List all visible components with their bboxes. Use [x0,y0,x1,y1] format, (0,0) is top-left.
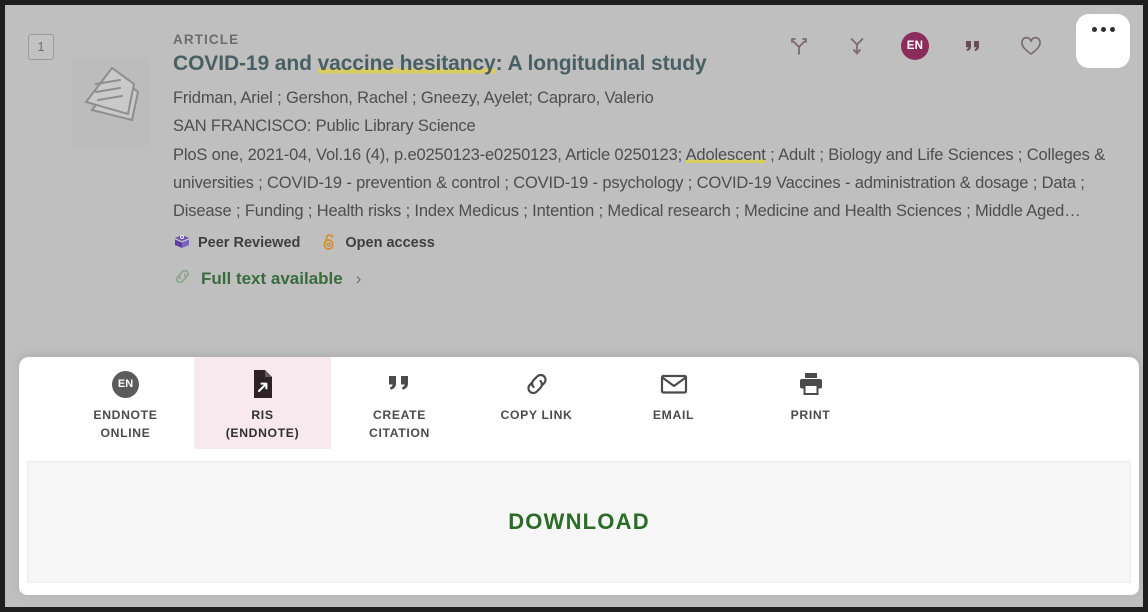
title-part-2: : A longitudinal study [495,52,707,75]
open-access-label: Open access [345,235,435,252]
share-arrow-icon[interactable] [782,29,816,63]
endnote-chip-label: EN [901,32,929,60]
tab-label-ris-endnote: RIS (ENDNOTE) [225,408,300,440]
record-badges: Peer Reviewed Open access [173,232,1128,255]
citation-prefix: PloS one, 2021-04, Vol.16 (4), p.e025012… [173,145,686,164]
peer-reviewed-label: Peer Reviewed [198,235,301,252]
endnote-circle-label: EN [112,370,139,398]
endnote-chip-icon[interactable]: EN [898,29,932,63]
record-details: ARTICLE COVID-19 and vaccine hesitancy: … [173,32,1128,291]
title-highlight: vaccine hesitancy [317,52,496,75]
more-dots [1091,27,1115,32]
ris-file-export-icon [251,369,275,399]
tab-print[interactable]: PRINT [742,357,879,449]
peer-reviewed-icon [173,232,191,254]
quote-icon[interactable] [956,29,990,63]
app-frame: 1 ARTICLE COVID-19 and vaccine hesitancy… [0,0,1148,612]
record-actions-toolbar: EN [782,14,1130,68]
peer-reviewed-badge: Peer Reviewed [173,232,300,254]
open-lock-icon [322,232,338,255]
endnote-online-icon: EN [112,369,139,399]
printer-icon [797,369,825,399]
quote-icon [386,369,414,399]
tab-copy-link[interactable]: COPY LINK [468,357,605,449]
record-publisher: SAN FRANCISCO: Public Library Science [173,117,476,136]
open-access-badge: Open access [322,232,435,255]
document-pages-icon [72,58,150,146]
title-part-1: COVID-19 and [173,52,318,75]
tab-email[interactable]: EMAIL [605,357,742,449]
more-options-icon[interactable] [1076,14,1130,68]
result-number-checkbox[interactable]: 1 [28,34,54,60]
send-to-tabs: EN ENDNOTE ONLINE RIS (ENDNOTE) CREATE C… [19,357,1139,449]
tab-ris-endnote[interactable]: RIS (ENDNOTE) [194,357,331,449]
tab-endnote-online[interactable]: EN ENDNOTE ONLINE [57,357,194,449]
full-text-available-link[interactable]: Full text available › [173,267,1128,291]
heart-icon[interactable] [1014,29,1048,63]
link-chain-icon [173,267,192,291]
arrow-down-merge-icon[interactable] [840,29,874,63]
send-to-panel: EN ENDNOTE ONLINE RIS (ENDNOTE) CREATE C… [19,357,1139,595]
link-icon [523,369,551,399]
subject-highlight: Adolescent [685,145,766,164]
record-authors: Fridman, Ariel ; Gershon, Rachel ; Gneez… [173,88,654,107]
chevron-right-icon: › [355,268,362,288]
record-citation-and-subjects: PloS one, 2021-04, Vol.16 (4), p.e025012… [173,141,1128,226]
tab-create-citation[interactable]: CREATE CITATION [331,357,468,449]
panel-content-area: DOWNLOAD [27,461,1131,583]
search-result-record: 1 ARTICLE COVID-19 and vaccine hesitancy… [10,10,1143,355]
tab-label-copy-link: COPY LINK [500,408,573,422]
envelope-icon [659,369,689,399]
tab-label-create-citation: CREATE CITATION [369,408,430,440]
full-text-label: Full text available [201,268,343,288]
tab-label-endnote-online: ENDNOTE ONLINE [93,408,158,440]
tab-label-print: PRINT [790,408,831,422]
download-button[interactable]: DOWNLOAD [508,509,650,535]
tab-label-email: EMAIL [652,408,695,422]
